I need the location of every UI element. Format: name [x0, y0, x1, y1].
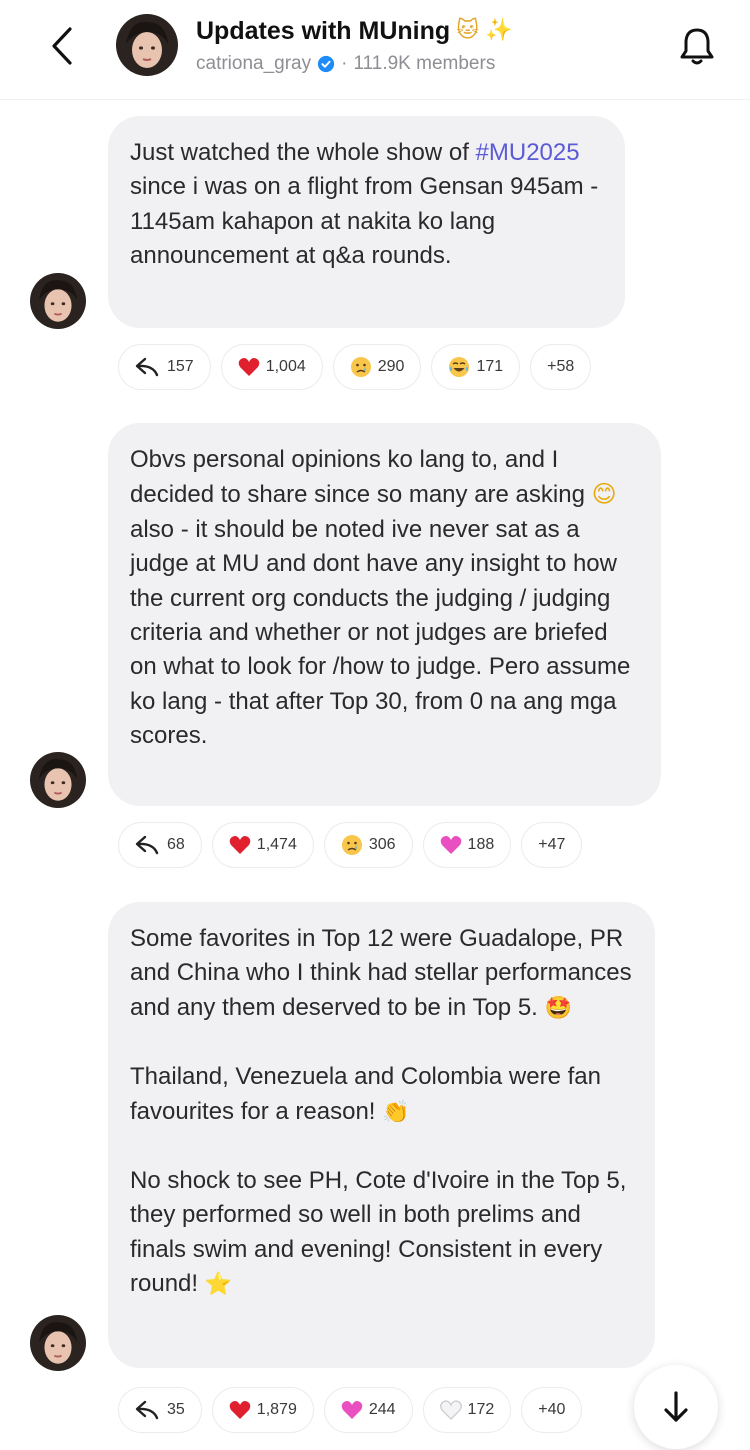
reaction-chip[interactable]: 188: [422, 822, 512, 868]
reaction-count: 244: [368, 1401, 396, 1418]
reaction-count: 1,879: [256, 1401, 297, 1418]
reaction-chip[interactable]: 1,474: [211, 822, 314, 868]
reaction-chip[interactable]: 290: [332, 344, 422, 390]
reply-count: 35: [167, 1401, 185, 1418]
crying-face-emoji-icon: [350, 357, 371, 377]
reaction-count: 1,474: [256, 836, 297, 853]
reaction-count: 1,004: [265, 358, 306, 375]
reaction-count: 306: [368, 836, 396, 853]
hashtag-link[interactable]: #MU2025: [476, 139, 580, 166]
more-reactions-count: +40: [538, 1401, 566, 1418]
star-emoji-icon: ⭐: [204, 1272, 233, 1298]
member-count: 111.9K members: [353, 53, 496, 74]
reaction-chip[interactable]: 1,879: [211, 1387, 314, 1433]
reply-count: 157: [167, 358, 194, 375]
message-text: Obvs personal opinions ko lang to, and I…: [130, 443, 639, 754]
more-reactions-chip[interactable]: +58: [530, 344, 592, 390]
message-bubble[interactable]: Some favorites in Top 12 were Guadalope,…: [108, 902, 655, 1368]
smiling-face-emoji-icon: 😊: [591, 480, 617, 509]
cat-emoji-icon: 🐱: [456, 18, 480, 43]
reaction-count: 172: [467, 1401, 495, 1418]
red-heart-emoji-icon: [229, 1401, 251, 1419]
verified-badge-icon: [318, 55, 335, 73]
chevron-left-icon: [52, 27, 72, 65]
reaction-count: 290: [377, 358, 405, 375]
scroll-to-bottom-button[interactable]: [634, 1365, 718, 1449]
sender-avatar[interactable]: [30, 1315, 86, 1371]
reply-chip[interactable]: 68: [118, 822, 202, 868]
pink-heart-emoji-icon: [341, 1401, 363, 1419]
sender-avatar[interactable]: [30, 273, 86, 329]
reply-count: 68: [167, 836, 185, 853]
channel-header: Updates with MUning 🐱 ✨ catriona_gray · …: [0, 0, 750, 100]
reaction-chip[interactable]: 244: [323, 1387, 413, 1433]
reply-icon: [135, 835, 159, 855]
clapping-hands-emoji-icon: 👏: [382, 1099, 410, 1125]
reaction-chip[interactable]: 306: [323, 822, 413, 868]
reply-icon: [135, 1400, 159, 1420]
reaction-chip[interactable]: 172: [422, 1387, 512, 1433]
arrow-down-icon: [664, 1391, 688, 1422]
message-paragraph: No shock to see PH, Cote d'Ivoire in the…: [130, 1164, 633, 1303]
pink-heart-emoji-icon: [440, 836, 461, 854]
red-heart-emoji-icon: [229, 836, 251, 854]
channel-title-block[interactable]: Updates with MUning 🐱 ✨ catriona_gray · …: [196, 14, 636, 78]
reaction-bar: 157 1,004 290 171 +58: [118, 344, 592, 390]
message-paragraph: Some favorites in Top 12 were Guadalope,…: [130, 922, 633, 1026]
reply-icon: [135, 357, 159, 377]
reaction-count: 171: [476, 358, 504, 375]
more-reactions-count: +58: [547, 358, 575, 375]
message-text-part: also - it should be noted ive never sat …: [130, 481, 637, 750]
more-reactions-chip[interactable]: +40: [521, 1387, 583, 1433]
message-text-part: Thailand, Venezuela and Colombia were fa…: [130, 1063, 608, 1125]
reaction-chip[interactable]: 171: [431, 344, 521, 390]
more-reactions-count: +47: [538, 836, 566, 853]
reply-chip[interactable]: 157: [118, 344, 211, 390]
reaction-bar: 35 1,879 244 172 +40: [118, 1387, 583, 1433]
more-reactions-chip[interactable]: +47: [521, 822, 583, 868]
sender-avatar[interactable]: [30, 752, 86, 808]
message-text-part: Obvs personal opinions ko lang to, and I…: [130, 446, 592, 509]
reaction-chip[interactable]: 1,004: [220, 344, 323, 390]
tears-of-joy-emoji-icon: [449, 357, 470, 377]
back-button[interactable]: [40, 22, 84, 70]
message-paragraph: Thailand, Venezuela and Colombia were fa…: [130, 1060, 633, 1130]
message-text-part: Just watched the whole show of: [130, 139, 476, 166]
star-struck-emoji-icon: 🤩: [544, 995, 572, 1021]
channel-title-row: Updates with MUning 🐱 ✨: [196, 14, 636, 48]
reaction-bar: 68 1,474 306 188 +47: [118, 822, 583, 868]
message-text: Just watched the whole show of #MU2025 s…: [130, 136, 603, 274]
white-heart-emoji-icon: [439, 1400, 462, 1420]
channel-owner: catriona_gray: [196, 53, 312, 74]
separator-dot: ·: [341, 53, 348, 74]
notifications-button[interactable]: [672, 22, 722, 72]
message-bubble[interactable]: Obvs personal opinions ko lang to, and I…: [108, 423, 661, 806]
reply-chip[interactable]: 35: [118, 1387, 202, 1433]
red-heart-emoji-icon: [238, 358, 259, 376]
channel-subtitle: catriona_gray · 111.9K members: [196, 50, 636, 78]
channel-title: Updates with MUning: [196, 17, 451, 45]
bell-icon: [680, 28, 714, 65]
message-bubble[interactable]: Just watched the whole show of #MU2025 s…: [108, 116, 625, 328]
channel-avatar[interactable]: [116, 14, 178, 76]
crying-face-emoji-icon: [341, 835, 362, 855]
reaction-count: 188: [467, 836, 495, 853]
sparkles-emoji-icon: ✨: [485, 18, 513, 43]
